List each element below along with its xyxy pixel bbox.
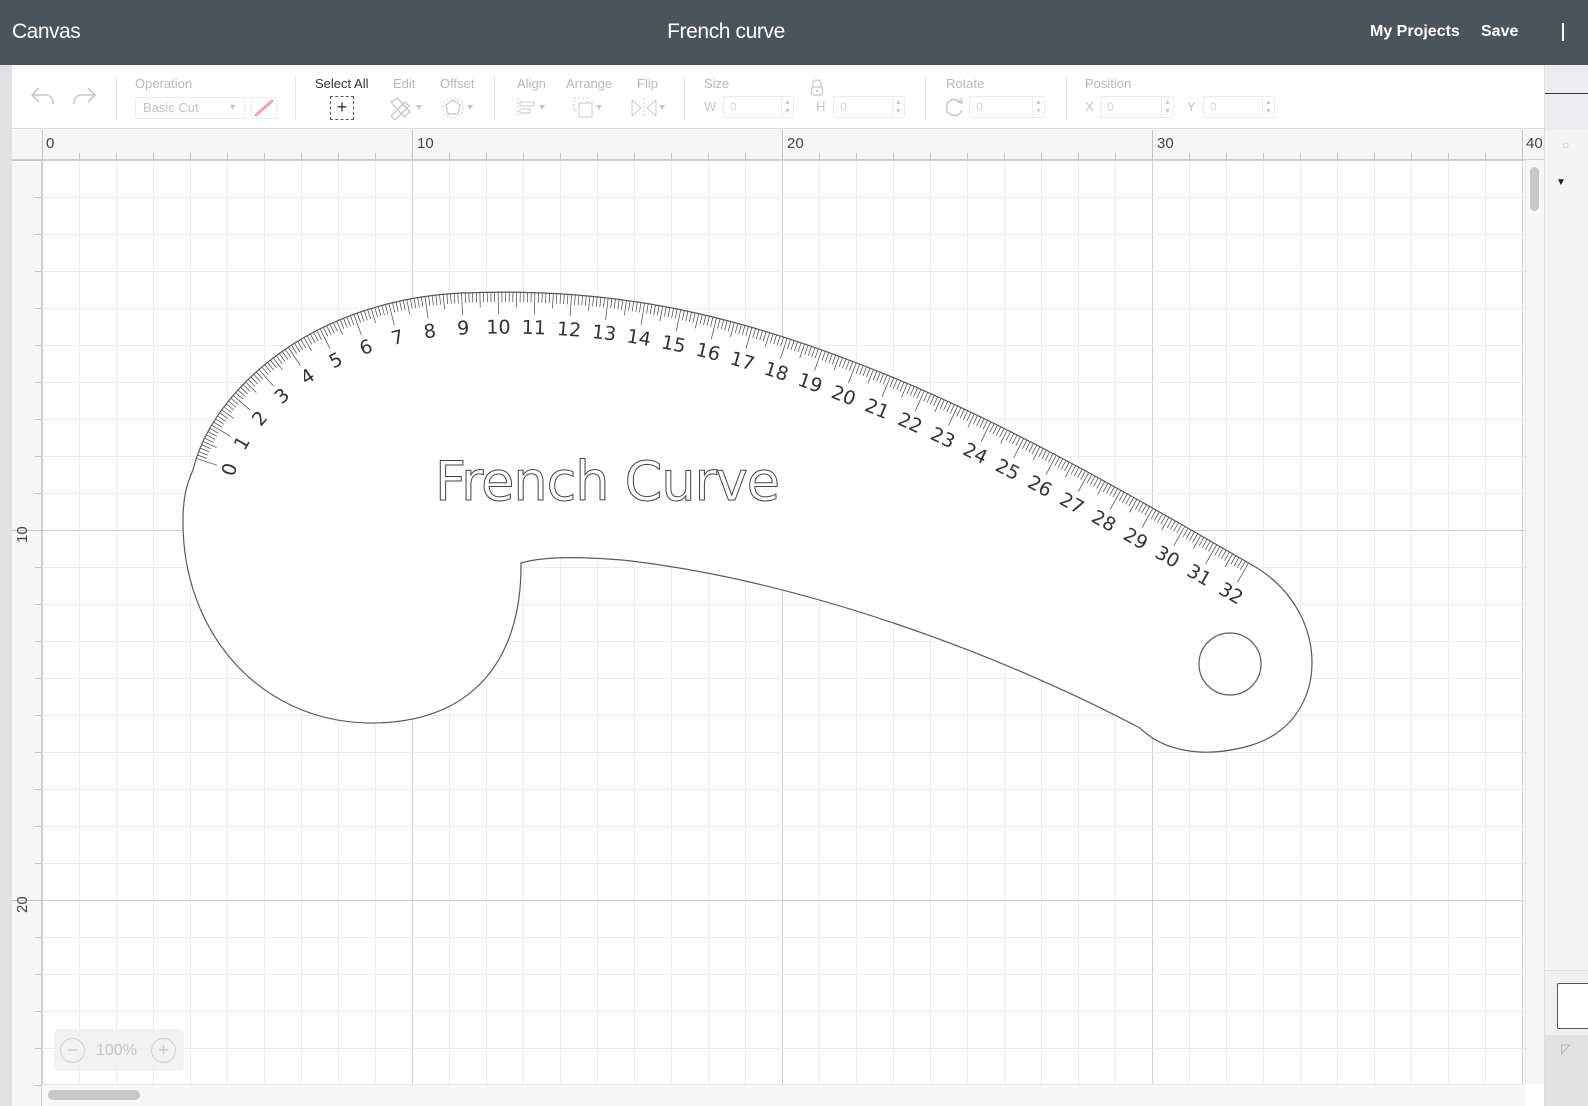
scale-number: 12 bbox=[556, 318, 582, 342]
ruler-label-v20: 20 bbox=[14, 896, 31, 913]
panel-tab-underline bbox=[1545, 93, 1588, 94]
height-label: H bbox=[816, 99, 826, 114]
undo-icon[interactable] bbox=[29, 85, 57, 112]
zoom-out-button[interactable]: − bbox=[60, 1038, 85, 1063]
ruler-label-40: 40 bbox=[1526, 135, 1543, 152]
width-stepper[interactable]: ▲ ▼ bbox=[781, 97, 793, 117]
offset-pentagon-icon[interactable] bbox=[441, 96, 477, 125]
horizontal-scrollbar[interactable] bbox=[42, 1084, 1525, 1106]
ruler-label-20: 20 bbox=[787, 135, 804, 152]
panel-tab[interactable] bbox=[1545, 65, 1588, 130]
scale-number: 13 bbox=[591, 321, 618, 346]
rotate-icon bbox=[944, 96, 966, 123]
arrange-label: Arrange bbox=[566, 76, 613, 91]
toolbar-divider bbox=[925, 76, 926, 120]
ruler-label-30: 30 bbox=[1157, 135, 1174, 152]
height-input[interactable]: 0 ▲ ▼ bbox=[833, 96, 905, 118]
edit-label: Edit bbox=[393, 76, 416, 91]
width-label: W bbox=[704, 99, 717, 114]
vertical-scrollbar[interactable] bbox=[1525, 160, 1544, 1084]
rotate-stepper[interactable]: ▲ ▼ bbox=[1032, 97, 1044, 117]
flip-icon[interactable] bbox=[630, 96, 670, 125]
edit-toolbar: Operation Basic Cut ▼ Select All + Edit … bbox=[12, 65, 1544, 129]
panel-dropdown-icon[interactable]: ▼ bbox=[1556, 177, 1566, 188]
zoom-in-button[interactable]: + bbox=[151, 1038, 176, 1063]
operation-label: Operation bbox=[135, 76, 193, 91]
width-value: 0 bbox=[730, 100, 737, 114]
position-y-input[interactable]: 0 ▲ ▼ bbox=[1203, 96, 1275, 118]
ruler-label-0: 0 bbox=[46, 135, 55, 152]
height-stepper[interactable]: ▲ ▼ bbox=[892, 97, 904, 117]
toolbar-divider bbox=[684, 76, 685, 120]
align-left-icon[interactable] bbox=[515, 96, 551, 125]
height-value: 0 bbox=[840, 100, 847, 114]
toolbar-divider bbox=[116, 76, 117, 120]
chevron-down-icon: ▼ bbox=[228, 102, 237, 112]
horizontal-scroll-thumb[interactable] bbox=[48, 1090, 140, 1100]
edit-pencil-ruler-icon[interactable] bbox=[388, 96, 424, 125]
position-y-label: Y bbox=[1187, 99, 1196, 114]
scale-number: 11 bbox=[521, 317, 546, 340]
width-input[interactable]: 0 ▲ ▼ bbox=[723, 96, 794, 118]
header-divider bbox=[1562, 23, 1564, 41]
select-all-icon[interactable]: + bbox=[330, 96, 354, 120]
zoom-control: − 100% + bbox=[54, 1029, 184, 1071]
design-canvas[interactable]: 0 1 2 3 4 5 6 7 8 9 10 11 12 13 14 15 16 17 18 19 20 21 22 23 24… bbox=[42, 160, 1525, 1084]
offset-label: Offset bbox=[440, 76, 475, 91]
position-x-label: X bbox=[1085, 99, 1094, 114]
select-all-label[interactable]: Select All bbox=[315, 76, 368, 91]
position-y-stepper[interactable]: ▲ ▼ bbox=[1262, 97, 1274, 117]
vertical-ruler-ticks bbox=[12, 160, 42, 1086]
flip-label: Flip bbox=[637, 76, 658, 91]
horizontal-ruler-ticks bbox=[42, 130, 1523, 160]
vertical-scroll-thumb[interactable] bbox=[1530, 167, 1539, 211]
panel-settings-icon[interactable]: ○ bbox=[1562, 138, 1569, 152]
rotate-label: Rotate bbox=[946, 76, 985, 91]
arrange-layers-icon[interactable] bbox=[572, 96, 608, 125]
rotate-input[interactable]: 0 ▲ ▼ bbox=[969, 96, 1045, 118]
position-x-input[interactable]: 0 ▲ ▼ bbox=[1100, 96, 1174, 118]
panel-preview-box[interactable] bbox=[1557, 983, 1588, 1029]
operation-value: Basic Cut bbox=[143, 100, 199, 115]
operation-color-swatch[interactable] bbox=[251, 97, 277, 119]
hanging-hole bbox=[1198, 632, 1262, 696]
position-label: Position bbox=[1085, 76, 1132, 91]
top-bar: Canvas French curve My Projects Save bbox=[0, 0, 1588, 65]
ruler-label-v10: 10 bbox=[14, 526, 31, 543]
rotate-value: 0 bbox=[976, 100, 983, 114]
toolbar-divider bbox=[1066, 76, 1067, 120]
french-curve-design[interactable]: 0123456 7 8 9 10 11 12 13 14 15 16 17 18 19 20 21 22 2324… bbox=[42, 160, 1525, 1084]
align-label: Align bbox=[517, 76, 546, 91]
vertical-ruler: 10 20 bbox=[12, 160, 42, 1106]
position-y-value: 0 bbox=[1210, 100, 1217, 114]
design-title-text: French Curve bbox=[435, 450, 779, 513]
size-label: Size bbox=[704, 76, 730, 91]
ruler-label-10: 10 bbox=[417, 135, 434, 152]
scale-number: 10 bbox=[486, 317, 510, 339]
document-title: French curve bbox=[667, 20, 785, 43]
my-projects-button[interactable]: My Projects bbox=[1370, 23, 1460, 41]
zoom-level: 100% bbox=[96, 1042, 137, 1059]
left-gutter bbox=[0, 65, 12, 1106]
position-x-value: 0 bbox=[1107, 100, 1114, 114]
toolbar-divider bbox=[295, 76, 296, 120]
save-button[interactable]: Save bbox=[1481, 23, 1518, 41]
toolbar-divider bbox=[494, 76, 495, 120]
horizontal-ruler: 0 10 20 30 40 bbox=[12, 130, 1544, 160]
operation-select[interactable]: Basic Cut ▼ bbox=[135, 97, 245, 119]
scale-number: 14 bbox=[625, 325, 652, 351]
panel-edit-icon[interactable]: ◸ bbox=[1561, 1041, 1571, 1057]
redo-icon[interactable] bbox=[70, 85, 98, 112]
scale-number: 9 bbox=[457, 317, 470, 340]
position-x-stepper[interactable]: ▲ ▼ bbox=[1161, 97, 1173, 117]
layers-panel: ○ ▼ ◸ bbox=[1544, 65, 1588, 1106]
